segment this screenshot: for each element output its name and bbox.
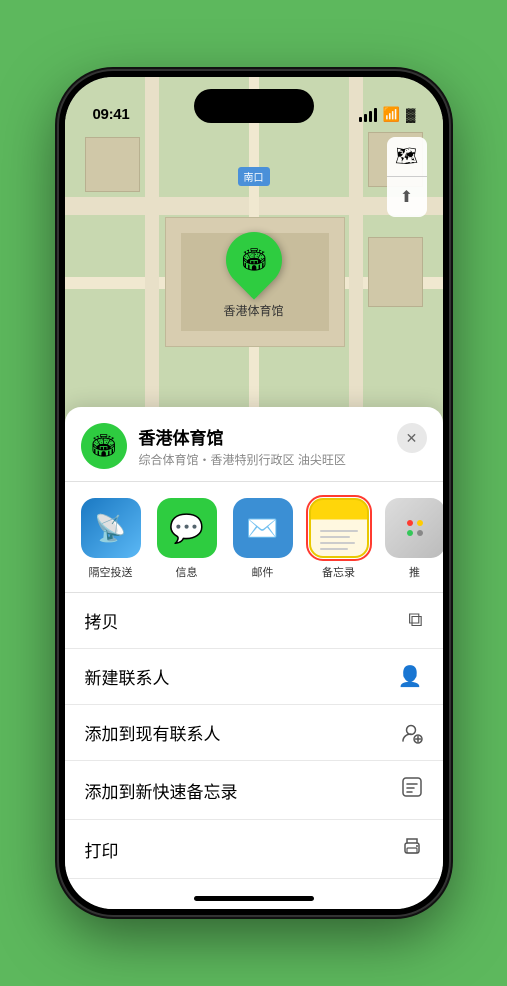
messages-icon: 💬 [157, 498, 217, 558]
new-contact-icon: 👤 [398, 664, 423, 689]
phone-frame: 09:41 📶 ▓ [59, 71, 449, 915]
share-apps-row: 📡 隔空投送 💬 信息 ✉️ 邮件 [65, 482, 443, 593]
share-app-mail[interactable]: ✉️ 邮件 [229, 498, 297, 580]
action-item-print[interactable]: 打印 [65, 820, 443, 879]
notes-label: 备忘录 [322, 564, 355, 580]
notes-icon [309, 498, 369, 558]
action-item-add-note[interactable]: 添加到新快速备忘录 [65, 761, 443, 820]
location-icon: ⬆ [400, 187, 413, 207]
share-app-airdrop[interactable]: 📡 隔空投送 [77, 498, 145, 580]
airdrop-icon: 📡 [81, 498, 141, 558]
mail-label: 邮件 [252, 564, 274, 580]
map-label-nankou: 南口 [238, 167, 270, 186]
location-button[interactable]: ⬆ [387, 177, 427, 217]
location-name: 香港体育馆 [139, 424, 427, 449]
add-contact-svg [401, 722, 423, 744]
map-type-button[interactable]: 🗺 [387, 137, 427, 177]
action-item-new-contact[interactable]: 新建联系人 👤 [65, 649, 443, 705]
map-pin: 🏟 [214, 220, 293, 299]
location-subtitle: 综合体育馆・香港特别行政区 油尖旺区 [139, 451, 427, 468]
map-pin-emoji: 🏟 [240, 247, 268, 273]
notes-lines [320, 530, 358, 550]
dot-yellow [417, 520, 423, 526]
action-print-label: 打印 [85, 837, 119, 862]
close-icon: ✕ [406, 430, 418, 447]
print-svg [401, 835, 423, 857]
map-type-icon: 🗺 [395, 146, 418, 167]
more-label: 推 [409, 564, 420, 580]
status-time: 09:41 [93, 106, 130, 123]
more-icon [385, 498, 443, 558]
dynamic-island [194, 89, 314, 123]
location-venue-icon: 🏟 [81, 423, 127, 469]
action-add-existing-label: 添加到现有联系人 [85, 720, 221, 745]
action-item-add-existing[interactable]: 添加到现有联系人 [65, 705, 443, 761]
print-icon [401, 835, 423, 863]
home-indicator [194, 896, 314, 901]
copy-icon: ⧉ [408, 609, 422, 632]
dot-red [407, 520, 413, 526]
messages-label: 信息 [176, 564, 198, 580]
airdrop-label: 隔空投送 [89, 564, 133, 580]
action-new-contact-label: 新建联系人 [85, 664, 170, 689]
signal-bars-icon [359, 108, 377, 122]
status-icons: 📶 ▓ [359, 106, 415, 123]
close-button[interactable]: ✕ [397, 423, 427, 453]
dot-gray [417, 530, 423, 536]
map-pin-label: 香港体育馆 [223, 302, 283, 319]
action-item-copy[interactable]: 拷贝 ⧉ [65, 593, 443, 649]
location-header: 🏟 香港体育馆 综合体育馆・香港特别行政区 油尖旺区 ✕ [65, 407, 443, 482]
dot-green [407, 530, 413, 536]
phone-screen: 09:41 📶 ▓ [65, 77, 443, 909]
bottom-sheet: 🏟 香港体育馆 综合体育馆・香港特别行政区 油尖旺区 ✕ 📡 隔空投送 [65, 407, 443, 909]
action-copy-label: 拷贝 [85, 608, 119, 633]
share-app-notes[interactable]: 备忘录 [305, 498, 373, 580]
mail-icon: ✉️ [233, 498, 293, 558]
building-block-2 [85, 137, 140, 192]
map-pin-container: 🏟 香港体育馆 [223, 232, 283, 319]
note-svg [401, 776, 423, 798]
share-app-messages[interactable]: 💬 信息 [153, 498, 221, 580]
location-info: 香港体育馆 综合体育馆・香港特别行政区 油尖旺区 [139, 424, 427, 468]
action-add-note-label: 添加到新快速备忘录 [85, 778, 238, 803]
add-note-icon [401, 776, 423, 804]
wifi-icon: 📶 [383, 106, 400, 123]
share-app-more[interactable]: 推 [381, 498, 443, 580]
battery-icon: ▓ [406, 107, 414, 122]
building-block-4 [368, 237, 423, 307]
map-controls: 🗺 ⬆ [387, 137, 427, 217]
add-existing-icon [401, 722, 423, 744]
